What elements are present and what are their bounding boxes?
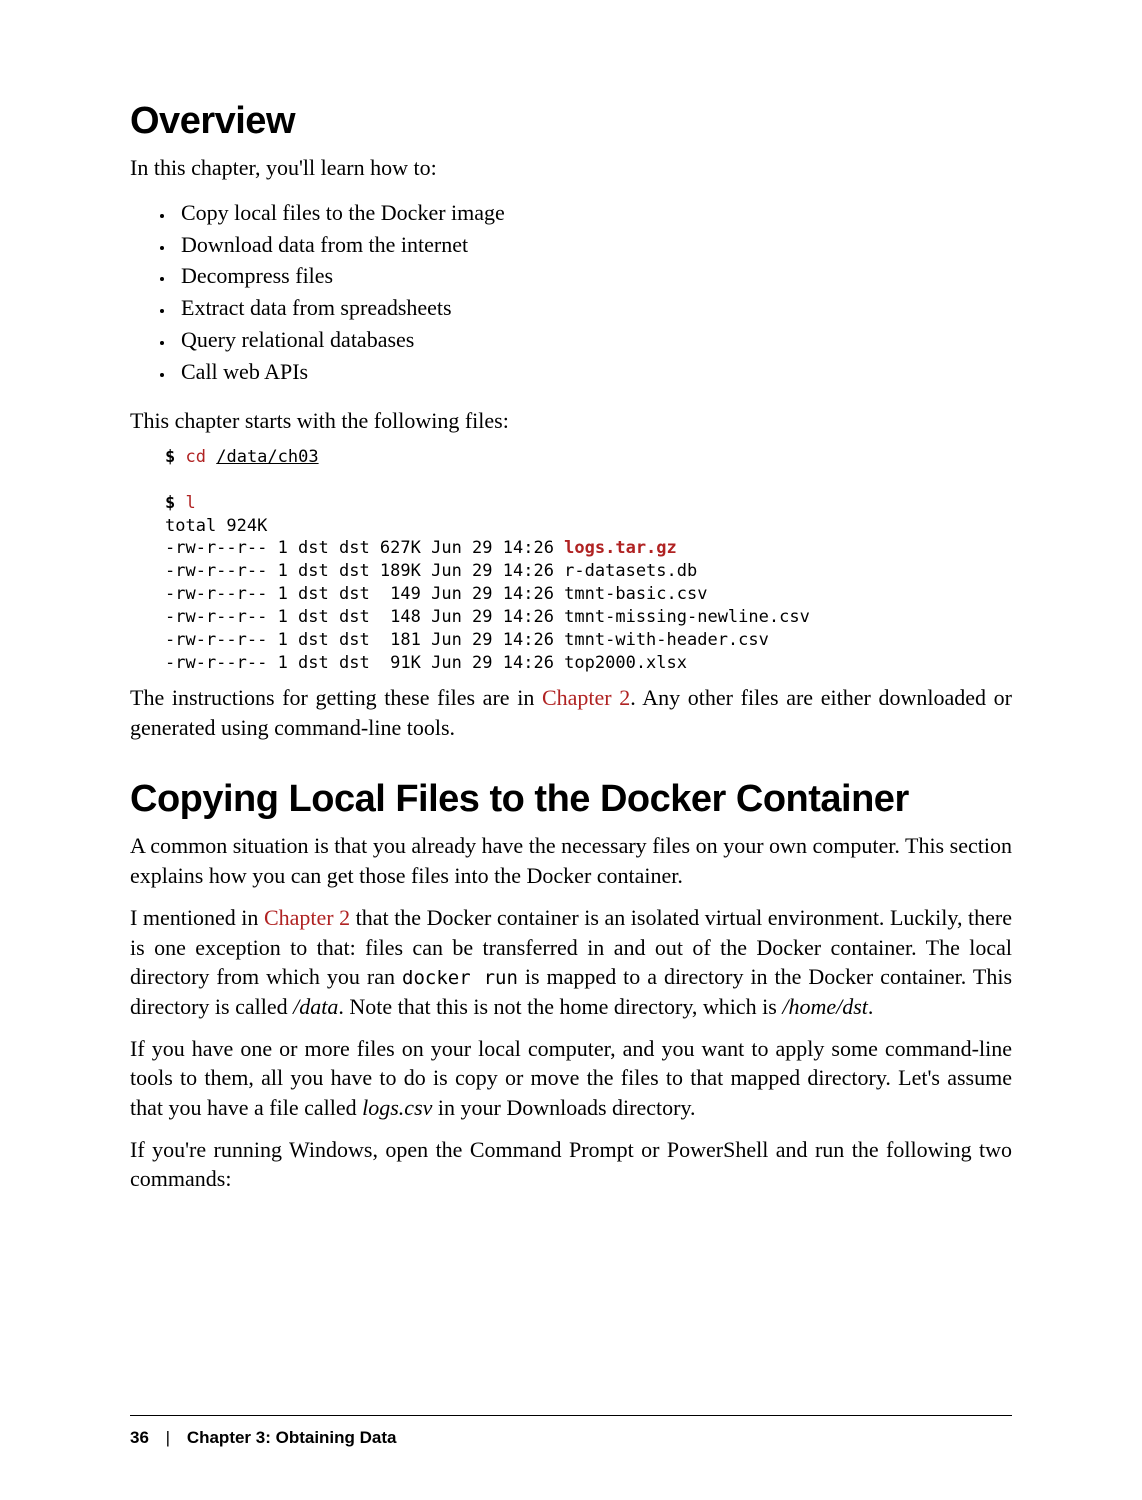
p2-text: I mentioned in Chapter 2 that the Docker… [130,903,1012,1022]
l-command: l [186,493,196,513]
shell-prompt: $ [165,447,175,467]
file-perm: -rw-r--r-- 1 dst dst 627K Jun 29 14:26 [165,538,564,558]
file-name: tmnt-basic.csv [564,584,707,604]
footer-separator: | [166,1428,170,1447]
learning-objectives-list: Copy local files to the Docker image Dow… [175,197,1012,388]
text-span: . [868,994,874,1019]
file-name: r-datasets.db [564,561,697,581]
code-listing: $ cd /data/ch03 $ l total 924K -rw-r--r-… [165,446,1012,675]
intro-text: In this chapter, you'll learn how to: [130,153,1012,183]
chapter-2-link[interactable]: Chapter 2 [542,685,630,710]
file-name: logs.tar.gz [564,538,677,558]
home-path: /home/dst [782,994,868,1019]
p1-text: A common situation is that you already h… [130,831,1012,890]
file-name: top2000.xlsx [564,653,687,673]
file-perm: -rw-r--r-- 1 dst dst 189K Jun 29 14:26 [165,561,564,581]
files-intro-text: This chapter starts with the following f… [130,406,1012,436]
chapter-title: Chapter 3: Obtaining Data [187,1428,397,1447]
list-item: Download data from the internet [175,229,1012,261]
text-span: The instructions for getting these files… [130,685,542,710]
list-item: Decompress files [175,260,1012,292]
list-item: Copy local files to the Docker image [175,197,1012,229]
data-path: /data [293,994,338,1019]
chapter-2-link[interactable]: Chapter 2 [264,905,350,930]
instructions-text: The instructions for getting these files… [130,683,1012,742]
copying-files-heading: Copying Local Files to the Docker Contai… [130,778,1012,821]
cd-command: cd [186,447,206,467]
text-span: I mentioned in [130,905,264,930]
text-span: . Note that this is not the home directo… [338,994,782,1019]
page-number: 36 [130,1428,149,1447]
shell-prompt: $ [165,493,175,513]
p4-text: If you're running Windows, open the Comm… [130,1135,1012,1194]
list-item: Query relational databases [175,324,1012,356]
file-perm: -rw-r--r-- 1 dst dst 181 Jun 29 14:26 [165,630,564,650]
overview-heading: Overview [130,100,1012,143]
file-perm: -rw-r--r-- 1 dst dst 91K Jun 29 14:26 [165,653,564,673]
docker-run-code: docker run [402,967,518,989]
file-perm: -rw-r--r-- 1 dst dst 148 Jun 29 14:26 [165,607,564,627]
total-line: total 924K [165,516,267,536]
file-name: tmnt-with-header.csv [564,630,769,650]
text-span: in your Downloads directory. [432,1095,695,1120]
file-perm: -rw-r--r-- 1 dst dst 149 Jun 29 14:26 [165,584,564,604]
list-item: Extract data from spreadsheets [175,292,1012,324]
file-name: tmnt-missing-newline.csv [564,607,810,627]
page-footer: 36 | Chapter 3: Obtaining Data [130,1415,1012,1448]
list-item: Call web APIs [175,356,1012,388]
cd-arg: /data/ch03 [216,447,318,467]
p3-text: If you have one or more files on your lo… [130,1034,1012,1123]
logs-csv-file: logs.csv [362,1095,432,1120]
